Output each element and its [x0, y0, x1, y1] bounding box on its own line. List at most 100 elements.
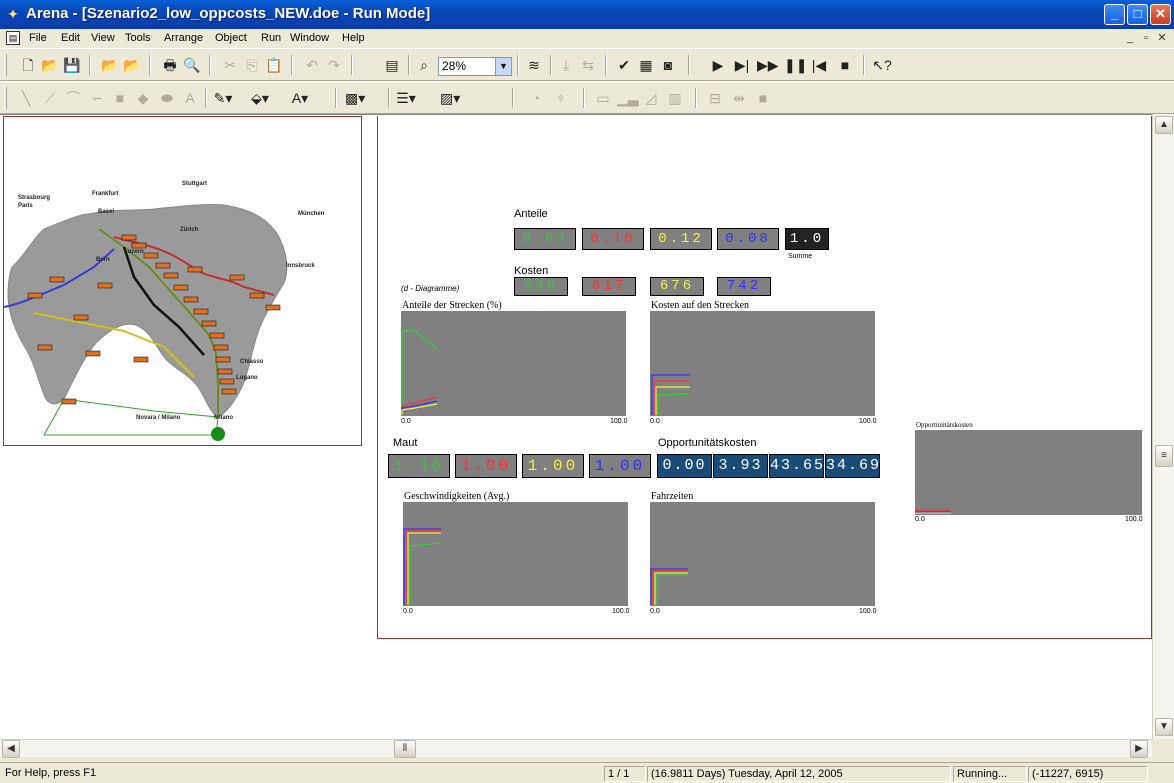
pause-icon[interactable]: ❚❚ — [784, 56, 807, 75]
anteil-value-yellow: 0.12 — [650, 228, 712, 250]
scroll-up-icon[interactable]: ▲ — [1155, 116, 1173, 134]
layers-icon[interactable]: ▤ — [382, 56, 402, 75]
end-icon[interactable]: ■ — [835, 56, 855, 75]
vertical-scrollbar[interactable]: ▲ ≡ ▼ — [1152, 114, 1174, 739]
print-icon[interactable]: 🖶 — [160, 56, 180, 75]
menu-bar: ▤ File Edit View Tools Arrange Object Ru… — [0, 29, 1174, 48]
toolbar-grip[interactable] — [4, 54, 7, 76]
command-icon[interactable]: ◙ — [658, 56, 678, 75]
zoom-select[interactable]: 28% ▼ — [438, 57, 512, 76]
setup-icon[interactable]: ▦ — [636, 56, 656, 75]
ellipse-icon[interactable]: ⬬ — [157, 89, 177, 108]
menu-arrange[interactable]: Arrange — [164, 31, 203, 46]
plot-fahrzeiten-lines — [650, 568, 688, 605]
save-icon[interactable]: 💾 — [62, 56, 82, 75]
line-icon[interactable]: ╲ — [16, 89, 36, 108]
storage-icon[interactable]: ■ — [753, 89, 773, 108]
text-icon[interactable]: A — [180, 89, 200, 108]
route-icon[interactable]: ⇹ — [729, 89, 749, 108]
new-file-icon[interactable]: 🗋 — [18, 56, 38, 75]
axis-min-label: 0.0 — [403, 608, 413, 615]
attach-template-icon[interactable]: 📂 — [100, 56, 120, 75]
open-folder-icon[interactable]: 📂 — [40, 56, 60, 75]
context-help-icon[interactable]: ↖? — [872, 56, 892, 75]
zoom-icon[interactable]: ⌕ — [414, 56, 434, 75]
line-width-icon[interactable]: ☰▾ — [396, 89, 416, 108]
close-button[interactable]: ✕ — [1150, 4, 1171, 25]
detach-template-icon[interactable]: 📂 — [122, 56, 142, 75]
fast-forward-icon[interactable]: ▶▶ — [757, 56, 779, 75]
queue-icon[interactable]: ⊟ — [705, 89, 725, 108]
horizontal-scrollbar[interactable]: ◀ ⦀ ▶ — [0, 739, 1152, 758]
status-page: 1 / 1 — [604, 766, 646, 782]
toolbar-separator — [291, 55, 293, 75]
redo-icon[interactable]: ↷ — [324, 56, 344, 75]
step-icon[interactable]: ▶| — [732, 56, 752, 75]
print-preview-icon[interactable]: 🔍 — [182, 56, 202, 75]
toolbar-separator — [149, 55, 151, 75]
axis-max-label: 100.0 — [859, 608, 877, 615]
summe-value: 1.0 — [785, 228, 829, 250]
scroll-down-icon[interactable]: ▼ — [1155, 718, 1173, 736]
toolbar-separator — [335, 88, 337, 108]
chart-title-geschwindigkeiten: Geschwindigkeiten (Avg.) — [404, 491, 510, 502]
menu-run[interactable]: Run — [261, 31, 281, 46]
plot-icon[interactable]: ◿ — [641, 89, 661, 108]
menu-view[interactable]: View — [91, 31, 115, 46]
menu-window[interactable]: Window — [290, 31, 329, 46]
submodel-icon[interactable]: ⇆ — [578, 56, 598, 75]
network-map-panel[interactable]: Strasbourg Paris Frankfurt Stuttgart Mün… — [3, 116, 362, 446]
arc-icon[interactable]: ⌒ — [63, 89, 83, 108]
polygon-icon[interactable]: ◆ — [133, 89, 153, 108]
minimize-button[interactable]: _ — [1104, 4, 1125, 25]
fill-pattern-icon[interactable]: ▨▾ — [440, 89, 460, 108]
connect-icon[interactable]: ⤓ — [556, 56, 576, 75]
clock-icon[interactable]: ◔ — [526, 89, 546, 108]
histogram-icon[interactable]: ▥ — [665, 89, 685, 108]
date-icon[interactable]: ♆ — [551, 89, 571, 108]
copy-icon[interactable]: ⎘ — [242, 56, 262, 75]
check-model-icon[interactable]: ✔ — [614, 56, 634, 75]
go-icon[interactable]: ▶ — [708, 56, 728, 75]
milano-node-icon — [211, 427, 225, 441]
level-icon[interactable]: ▁▃ — [617, 89, 639, 108]
box-icon[interactable]: ■ — [110, 89, 130, 108]
polyline-icon[interactable]: ⟋ — [40, 89, 60, 108]
arena-app-icon[interactable]: ✦ — [5, 6, 21, 22]
menu-file[interactable]: File — [29, 31, 47, 46]
maximize-button[interactable]: □ — [1127, 4, 1148, 25]
layers-stack-icon[interactable]: ≋ — [524, 56, 544, 75]
kosten-value-red: 617 — [582, 277, 636, 296]
vertical-scroll-thumb[interactable]: ≡ — [1155, 445, 1173, 467]
fill-color-icon[interactable]: ⬙▾ — [250, 89, 270, 108]
scroll-left-icon[interactable]: ◀ — [2, 740, 20, 758]
start-over-icon[interactable]: |◀ — [809, 56, 829, 75]
menu-help[interactable]: Help — [342, 31, 365, 46]
map-city-label: Frankfurt — [92, 191, 118, 197]
chevron-down-icon[interactable]: ▼ — [495, 58, 511, 75]
scroll-right-icon[interactable]: ▶ — [1130, 740, 1148, 758]
undo-icon[interactable]: ↶ — [302, 56, 322, 75]
mdi-close-button[interactable]: ✕ — [1155, 31, 1169, 45]
plot-geschwindigkeiten — [403, 502, 628, 606]
mdi-restore-button[interactable]: ▫ — [1139, 31, 1153, 45]
text-color-icon[interactable]: A▾ — [290, 89, 310, 108]
horizontal-scroll-thumb[interactable]: ⦀ — [394, 740, 416, 758]
menu-edit[interactable]: Edit — [61, 31, 80, 46]
mdi-minimize-button[interactable]: _ — [1123, 31, 1137, 45]
document-icon[interactable]: ▤ — [6, 31, 20, 45]
menu-object[interactable]: Object — [215, 31, 247, 46]
map-city-label: München — [298, 211, 325, 217]
opp-value-4: 34.69 — [825, 454, 880, 478]
cut-icon[interactable]: ✂ — [220, 56, 240, 75]
paste-icon[interactable]: 📋 — [264, 56, 284, 75]
line-color-icon[interactable]: ✎▾ — [213, 89, 233, 108]
axis-min-label: 0.0 — [650, 418, 660, 425]
variable-icon[interactable]: ▭ — [593, 89, 613, 108]
plot-kosten-lines — [651, 374, 691, 415]
window-background-icon[interactable]: ▩▾ — [345, 89, 365, 108]
bezier-icon[interactable]: ∽ — [87, 89, 107, 108]
toolbar-separator — [863, 55, 865, 75]
toolbar-grip[interactable] — [4, 87, 7, 109]
menu-tools[interactable]: Tools — [125, 31, 151, 46]
